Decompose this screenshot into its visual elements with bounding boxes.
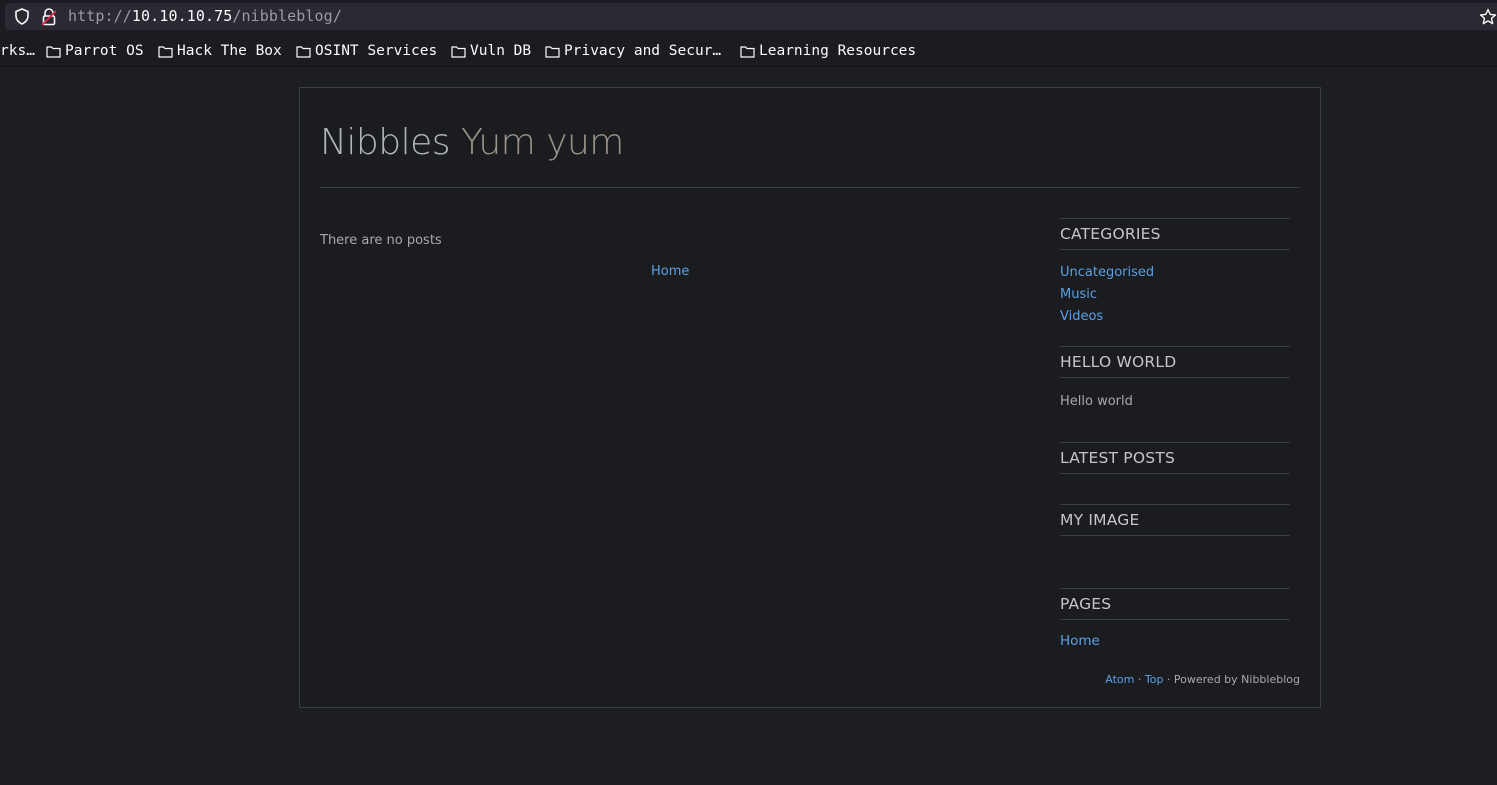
folder-icon: [451, 45, 466, 58]
atom-feed-link[interactable]: Atom: [1105, 673, 1134, 686]
bookmark-label: Learning Resources: [759, 43, 917, 59]
widget-divider: [1060, 535, 1290, 536]
page-link-home[interactable]: Home: [1060, 630, 1290, 652]
bookmark-folder[interactable]: rks…: [0, 43, 35, 59]
bookmark-folder-vuln-db[interactable]: Vuln DB: [451, 43, 531, 59]
bookmark-label: Vuln DB: [470, 43, 532, 59]
bookmark-folder-privacy-and-security[interactable]: Privacy and Secur…: [545, 43, 721, 59]
latest-posts-title: LATEST POSTS: [1060, 449, 1175, 467]
url-scheme: http://: [68, 7, 132, 25]
bookmark-label: Parrot OS: [65, 43, 144, 59]
footer-separator: ·: [1134, 673, 1145, 686]
insecure-lock-icon[interactable]: [41, 8, 57, 26]
no-posts-message: There are no posts: [320, 233, 442, 248]
header-divider: [320, 187, 1300, 188]
bookmark-folder-osint-services[interactable]: OSINT Services: [296, 43, 437, 59]
powered-by-text: · Powered by Nibbleblog: [1163, 673, 1300, 686]
widget-divider: [1060, 473, 1290, 474]
category-link-music[interactable]: Music: [1060, 284, 1290, 306]
pages-widget: PAGES Home: [1060, 588, 1290, 652]
top-link[interactable]: Top: [1145, 673, 1164, 686]
bookmark-folder-hack-the-box[interactable]: Hack The Box: [158, 43, 282, 59]
bookmark-folder-parrot-os[interactable]: Parrot OS: [46, 43, 144, 59]
pager-home-link[interactable]: Home: [651, 264, 689, 279]
categories-title: CATEGORIES: [1060, 225, 1161, 243]
bookmark-label: rks…: [0, 43, 35, 59]
url-path: /nibbleblog/: [232, 7, 342, 25]
bookmark-star-icon[interactable]: [1479, 8, 1497, 26]
bookmark-folder-learning-resources[interactable]: Learning Resources: [740, 43, 916, 59]
folder-icon: [158, 45, 173, 58]
my-image-widget: MY IMAGE: [1060, 504, 1290, 536]
url-host: 10.10.10.75: [131, 7, 233, 25]
shield-icon[interactable]: [14, 8, 30, 25]
url-text[interactable]: http://10.10.10.75/nibbleblog/: [68, 7, 342, 25]
folder-icon: [46, 45, 61, 58]
bookmark-label: Privacy and Secur…: [564, 43, 722, 59]
my-image-title: MY IMAGE: [1060, 511, 1140, 529]
hello-world-title: HELLO WORLD: [1060, 353, 1177, 371]
footer: Atom · Top · Powered by Nibbleblog: [1105, 673, 1300, 686]
folder-icon: [296, 45, 311, 58]
site-name: Nibbles: [320, 122, 451, 163]
hello-world-text: Hello world: [1060, 394, 1133, 409]
categories-widget: CATEGORIES Uncategorised Music Videos: [1060, 218, 1290, 328]
category-link-videos[interactable]: Videos: [1060, 306, 1290, 328]
blog-container: Nibbles Yum yum There are no posts Home …: [299, 87, 1321, 708]
folder-icon: [740, 45, 755, 58]
site-slogan: Yum yum: [461, 122, 624, 163]
bookmarks-toolbar: rks… Parrot OS Hack The Box OSINT Servic…: [0, 34, 1497, 67]
bookmark-label: Hack The Box: [177, 43, 282, 59]
folder-icon: [545, 45, 560, 58]
site-header: Nibbles Yum yum: [320, 122, 624, 163]
latest-posts-widget: LATEST POSTS: [1060, 442, 1290, 474]
pages-title: PAGES: [1060, 595, 1112, 613]
hello-world-widget: HELLO WORLD Hello world: [1060, 346, 1290, 413]
category-link-uncategorised[interactable]: Uncategorised: [1060, 262, 1290, 284]
browser-toolbar: http://10.10.10.75/nibbleblog/: [0, 0, 1497, 35]
bookmark-label: OSINT Services: [315, 43, 438, 59]
